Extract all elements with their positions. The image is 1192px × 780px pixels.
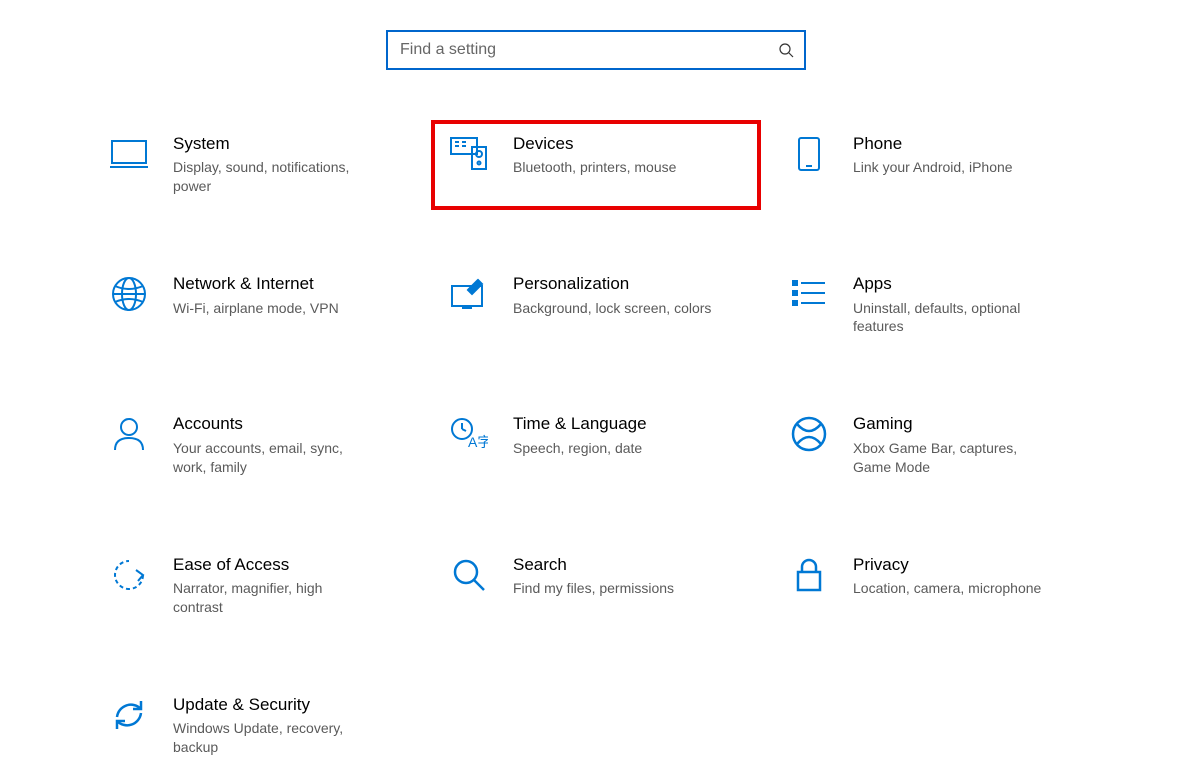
tile-personalization[interactable]: Personalization Background, lock screen,… xyxy=(431,260,761,350)
tile-text: System Display, sound, notifications, po… xyxy=(173,134,403,196)
tile-desc: Find my files, permissions xyxy=(513,579,713,598)
phone-icon xyxy=(789,134,829,174)
tile-text: Accounts Your accounts, email, sync, wor… xyxy=(173,414,403,476)
tile-title: Privacy xyxy=(853,555,1083,575)
tile-desc: Background, lock screen, colors xyxy=(513,299,713,318)
tile-title: Personalization xyxy=(513,274,743,294)
tile-desc: Uninstall, defaults, optional features xyxy=(853,299,1053,337)
tile-desc: Location, camera, microphone xyxy=(853,579,1053,598)
apps-icon xyxy=(789,274,829,314)
tile-text: Devices Bluetooth, printers, mouse xyxy=(513,134,743,177)
tile-title: Phone xyxy=(853,134,1083,154)
tile-title: System xyxy=(173,134,403,154)
tile-title: Gaming xyxy=(853,414,1083,434)
tile-title: Search xyxy=(513,555,743,575)
system-icon xyxy=(109,134,149,174)
tile-title: Ease of Access xyxy=(173,555,403,575)
gaming-icon xyxy=(789,414,829,454)
tile-apps[interactable]: Apps Uninstall, defaults, optional featu… xyxy=(771,260,1101,350)
tile-text: Time & Language Speech, region, date xyxy=(513,414,743,457)
update-icon xyxy=(109,695,149,735)
tile-desc: Windows Update, recovery, backup xyxy=(173,719,373,757)
tile-text: Privacy Location, camera, microphone xyxy=(853,555,1083,598)
settings-grid: System Display, sound, notifications, po… xyxy=(0,120,1192,771)
tile-title: Apps xyxy=(853,274,1083,294)
tile-search[interactable]: Search Find my files, permissions xyxy=(431,541,761,631)
accounts-icon xyxy=(109,414,149,454)
tile-devices[interactable]: Devices Bluetooth, printers, mouse xyxy=(431,120,761,210)
tile-gaming[interactable]: Gaming Xbox Game Bar, captures, Game Mod… xyxy=(771,400,1101,490)
ease-of-access-icon xyxy=(109,555,149,595)
tile-title: Network & Internet xyxy=(173,274,403,294)
tile-text: Apps Uninstall, defaults, optional featu… xyxy=(853,274,1083,336)
tile-desc: Speech, region, date xyxy=(513,439,713,458)
tile-text: Search Find my files, permissions xyxy=(513,555,743,598)
lock-icon xyxy=(789,555,829,595)
magnifier-icon xyxy=(449,555,489,595)
search-container xyxy=(386,30,806,70)
tile-title: Time & Language xyxy=(513,414,743,434)
tile-phone[interactable]: Phone Link your Android, iPhone xyxy=(771,120,1101,210)
tile-text: Network & Internet Wi-Fi, airplane mode,… xyxy=(173,274,403,317)
tile-network[interactable]: Network & Internet Wi-Fi, airplane mode,… xyxy=(91,260,421,350)
tile-text: Phone Link your Android, iPhone xyxy=(853,134,1083,177)
devices-icon xyxy=(449,134,489,174)
tile-desc: Bluetooth, printers, mouse xyxy=(513,158,713,177)
tile-title: Accounts xyxy=(173,414,403,434)
tile-desc: Wi-Fi, airplane mode, VPN xyxy=(173,299,373,318)
tile-accounts[interactable]: Accounts Your accounts, email, sync, wor… xyxy=(91,400,421,490)
tile-desc: Your accounts, email, sync, work, family xyxy=(173,439,373,477)
tile-desc: Link your Android, iPhone xyxy=(853,158,1053,177)
tile-desc: Display, sound, notifications, power xyxy=(173,158,373,196)
tile-update[interactable]: Update & Security Windows Update, recove… xyxy=(91,681,421,771)
tile-time[interactable]: A字 Time & Language Speech, region, date xyxy=(431,400,761,490)
tile-text: Personalization Background, lock screen,… xyxy=(513,274,743,317)
tile-desc: Xbox Game Bar, captures, Game Mode xyxy=(853,439,1053,477)
tile-text: Gaming Xbox Game Bar, captures, Game Mod… xyxy=(853,414,1083,476)
personalization-icon xyxy=(449,274,489,314)
search-icon xyxy=(778,42,794,58)
svg-text:A字: A字 xyxy=(468,434,488,450)
search-input[interactable] xyxy=(386,30,806,70)
time-language-icon: A字 xyxy=(449,414,489,454)
tile-system[interactable]: System Display, sound, notifications, po… xyxy=(91,120,421,210)
tile-title: Update & Security xyxy=(173,695,403,715)
tile-text: Ease of Access Narrator, magnifier, high… xyxy=(173,555,403,617)
tile-privacy[interactable]: Privacy Location, camera, microphone xyxy=(771,541,1101,631)
tile-title: Devices xyxy=(513,134,743,154)
tile-text: Update & Security Windows Update, recove… xyxy=(173,695,403,757)
tile-ease[interactable]: Ease of Access Narrator, magnifier, high… xyxy=(91,541,421,631)
globe-icon xyxy=(109,274,149,314)
tile-desc: Narrator, magnifier, high contrast xyxy=(173,579,373,617)
